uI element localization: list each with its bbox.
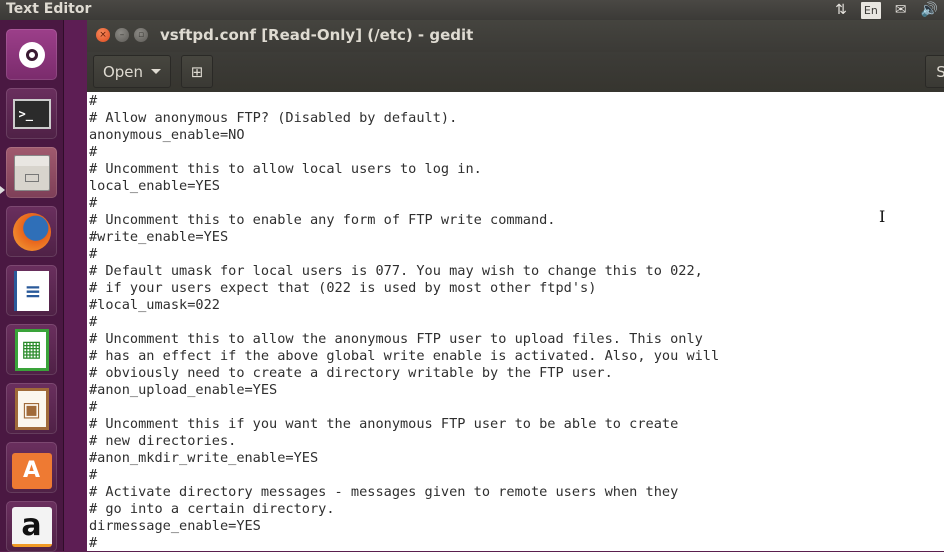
close-button[interactable]: × [96,28,110,42]
window-title: vsftpd.conf [Read-Only] (/etc) - gedit [160,26,474,44]
new-document-icon: ⊞ [190,62,204,81]
ubuntu-logo-icon [18,41,45,68]
document-line: # Activate directory messages - messages… [89,484,679,500]
document-line: # has an effect if the above global writ… [89,348,720,364]
document-line: # [89,246,98,262]
document-line: # Default umask for local users is 077. … [89,263,703,279]
document-line: # new directories. [89,433,237,449]
indicator-area: ⇅ En ✉ 🔊 [835,0,938,20]
launcher-item-libreoffice-impress[interactable]: ▣ [6,383,57,434]
document-line: #anon_upload_enable=YES [89,382,278,398]
document-line: dirmessage_enable=YES [89,518,261,534]
gedit-window: × – ▫ vsftpd.conf [Read-Only] (/etc) - g… [87,20,944,551]
document-line: # [89,535,98,551]
window-titlebar[interactable]: × – ▫ vsftpd.conf [Read-Only] (/etc) - g… [87,20,944,52]
active-indicator-arrow [0,186,5,194]
document-line: # go into a certain directory. [89,501,335,517]
document-line: # Allow anonymous FTP? (Disabled by defa… [89,110,458,126]
maximize-icon: ▫ [137,30,145,40]
files-icon [13,154,50,191]
document-line: anonymous_enable=NO [89,127,245,143]
network-icon[interactable]: ⇅ [835,0,847,20]
software-center-icon: A [11,452,52,489]
close-icon: × [99,30,107,40]
top-panel: Text Editor ⇅ En ✉ 🔊 [0,0,944,20]
launcher-item-libreoffice-writer[interactable]: ≡ [6,265,57,316]
maximize-button[interactable]: ▫ [134,28,148,42]
document-line: # if your users expect that (022 is used… [89,280,597,296]
minimize-icon: – [119,30,125,40]
document-line: # Uncomment this to allow local users to… [89,161,482,177]
text-cursor-icon: I [879,207,886,226]
document-line: # [89,195,98,211]
document-line: local_enable=YES [89,178,220,194]
launcher-item-software-center[interactable]: A [6,442,57,493]
open-button[interactable]: Open [93,55,171,88]
new-tab-button[interactable]: ⊞ [181,55,213,88]
document-line: #local_umask=022 [89,297,220,313]
document-line: # Uncomment this if you want the anonymo… [89,416,679,432]
document-line: # obviously need to create a directory w… [89,365,613,381]
search-button[interactable]: S [925,55,944,88]
text-editor-area[interactable]: # # Allow anonymous FTP? (Disabled by def… [87,92,944,551]
launcher-item-libreoffice-calc[interactable]: ▦ [6,324,57,375]
amazon-icon: a [11,506,52,547]
open-label: Open [102,62,144,81]
document-line: # Uncomment this to allow the anonymous … [89,331,703,347]
document-line: # [89,314,98,330]
document-line: # Uncomment this to enable any form of F… [89,212,556,228]
document-lines: # # Allow anonymous FTP? (Disabled by def… [87,93,719,552]
calc-icon: ▦ [14,328,49,371]
impress-icon: ▣ [14,387,49,430]
search-icon: S [936,62,944,81]
chevron-down-icon [151,69,162,74]
active-app-title: Text Editor [6,1,92,17]
document-line: # [89,399,98,415]
keyboard-language-indicator[interactable]: En [860,1,881,19]
document-line: # [89,467,98,483]
launcher-item-ubuntu-dash[interactable] [6,29,57,80]
writer-icon: ≡ [14,270,49,311]
launcher-item-amazon[interactable]: a [6,501,57,552]
volume-icon[interactable]: 🔊 [921,0,938,20]
launcher: >_ ≡ ▦ ▣ A a [0,20,64,552]
mail-icon[interactable]: ✉ [895,0,907,20]
document-line: # [89,144,98,160]
minimize-button[interactable]: – [115,28,129,42]
launcher-item-files[interactable] [6,147,57,198]
document-line: # [89,93,98,109]
desktop-background [64,20,87,551]
document-line: #write_enable=YES [89,229,229,245]
firefox-icon [12,212,51,251]
launcher-item-terminal[interactable]: >_ [6,88,57,139]
launcher-item-firefox[interactable] [6,206,57,257]
toolbar: Open ⊞ S [87,52,944,92]
terminal-icon: >_ [12,98,51,129]
document-line: #anon_mkdir_write_enable=YES [89,450,319,466]
